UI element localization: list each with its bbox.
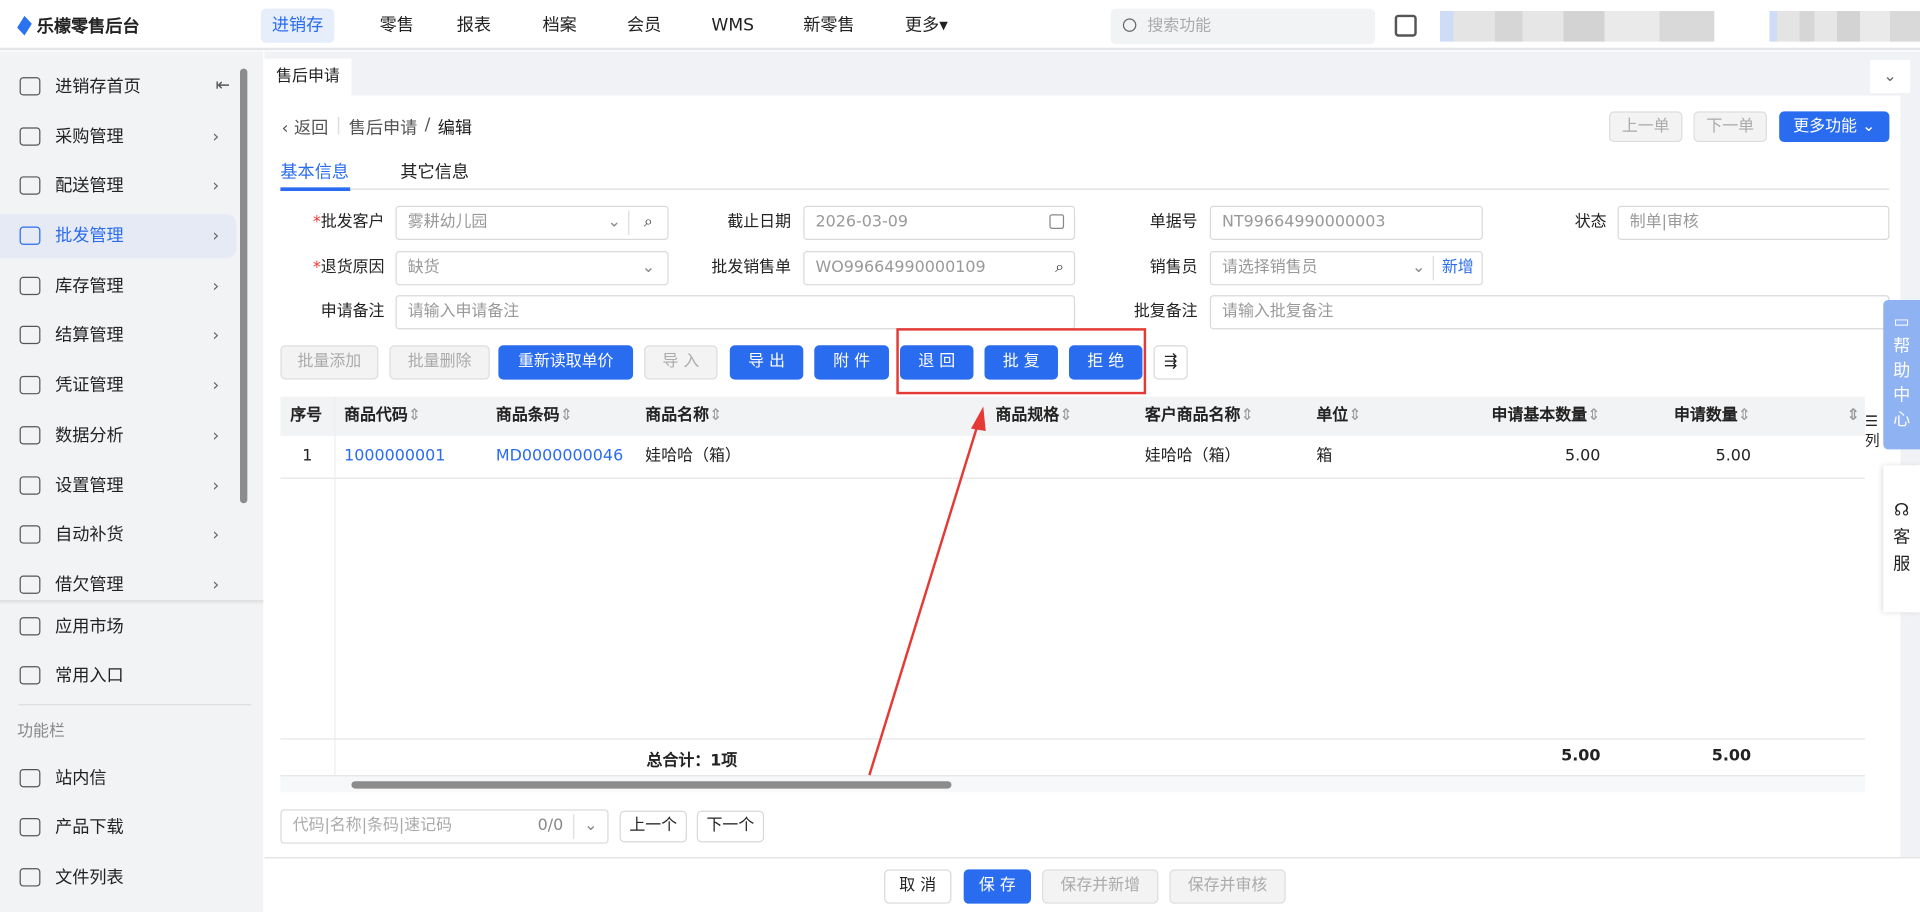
annotation-arrow <box>868 406 986 776</box>
